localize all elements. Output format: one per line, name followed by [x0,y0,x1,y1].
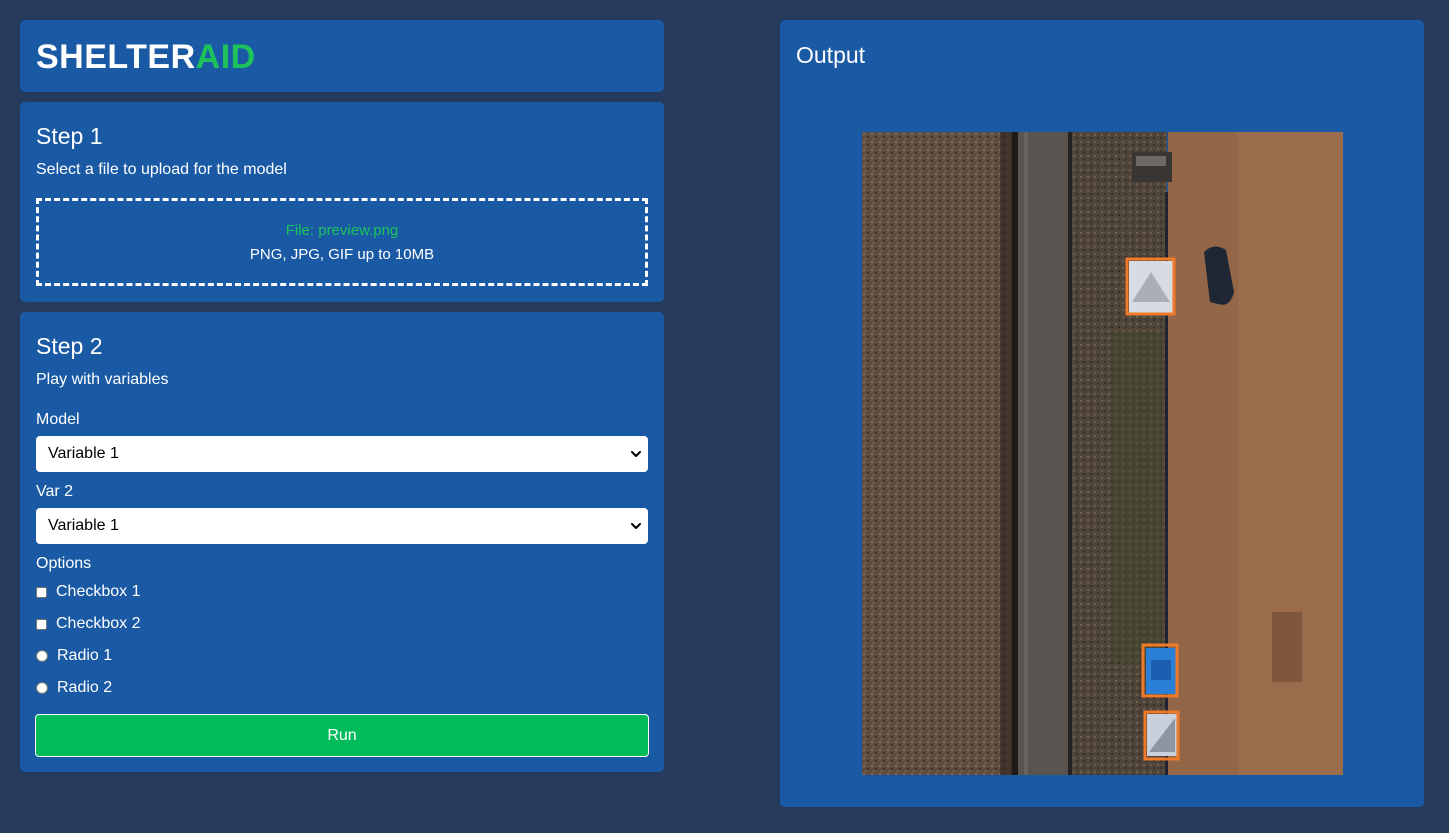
model-select[interactable]: Variable 1 [36,436,648,472]
radio2-label: Radio 2 [57,679,113,696]
checkbox2-option[interactable]: Checkbox 2 [36,614,141,634]
radio2[interactable] [36,682,48,694]
var2-select-value: Variable 1 [48,517,119,534]
file-hint: PNG, JPG, GIF up to 10MB [249,246,435,263]
aerial-image [862,132,1343,775]
logo-aid: AID [195,38,256,76]
output-title: Output [796,42,866,68]
step1-subtitle: Select a file to upload for the model [36,161,287,178]
step2-panel: Step 2 Play with variables Model Variabl… [20,312,664,772]
step2-subtitle: Play with variables [36,371,169,388]
radio1-option[interactable]: Radio 1 [36,646,112,666]
step1-title: Step 1 [36,123,103,149]
checkbox2-label: Checkbox 2 [56,615,141,632]
model-select-value: Variable 1 [48,445,119,462]
step2-title: Step 2 [36,333,103,359]
file-dropzone[interactable]: File: preview.png PNG, JPG, GIF up to 10… [36,198,648,286]
var2-label: Var 2 [36,483,74,500]
logo: SHELTERAID [36,38,256,76]
options-label: Options [36,555,92,572]
checkbox2[interactable] [36,618,47,630]
checkbox1[interactable] [36,586,47,598]
checkbox1-label: Checkbox 1 [56,583,141,600]
model-label: Model [36,411,80,428]
radio2-option[interactable]: Radio 2 [36,678,112,698]
chevron-down-icon [631,523,641,529]
logo-shelter: SHELTER [36,38,196,76]
step1-panel: Step 1 Select a file to upload for the m… [20,102,664,302]
checkbox1-option[interactable]: Checkbox 1 [36,582,141,602]
radio1[interactable] [36,650,48,662]
chevron-down-icon [631,451,641,457]
run-button[interactable]: Run [35,714,649,757]
output-panel: Output [780,20,1424,807]
logo-panel: SHELTERAID [20,20,664,92]
var2-select[interactable]: Variable 1 [36,508,648,544]
file-name: File: preview.png [285,222,399,239]
radio1-label: Radio 1 [57,647,113,664]
output-image [862,132,1343,775]
